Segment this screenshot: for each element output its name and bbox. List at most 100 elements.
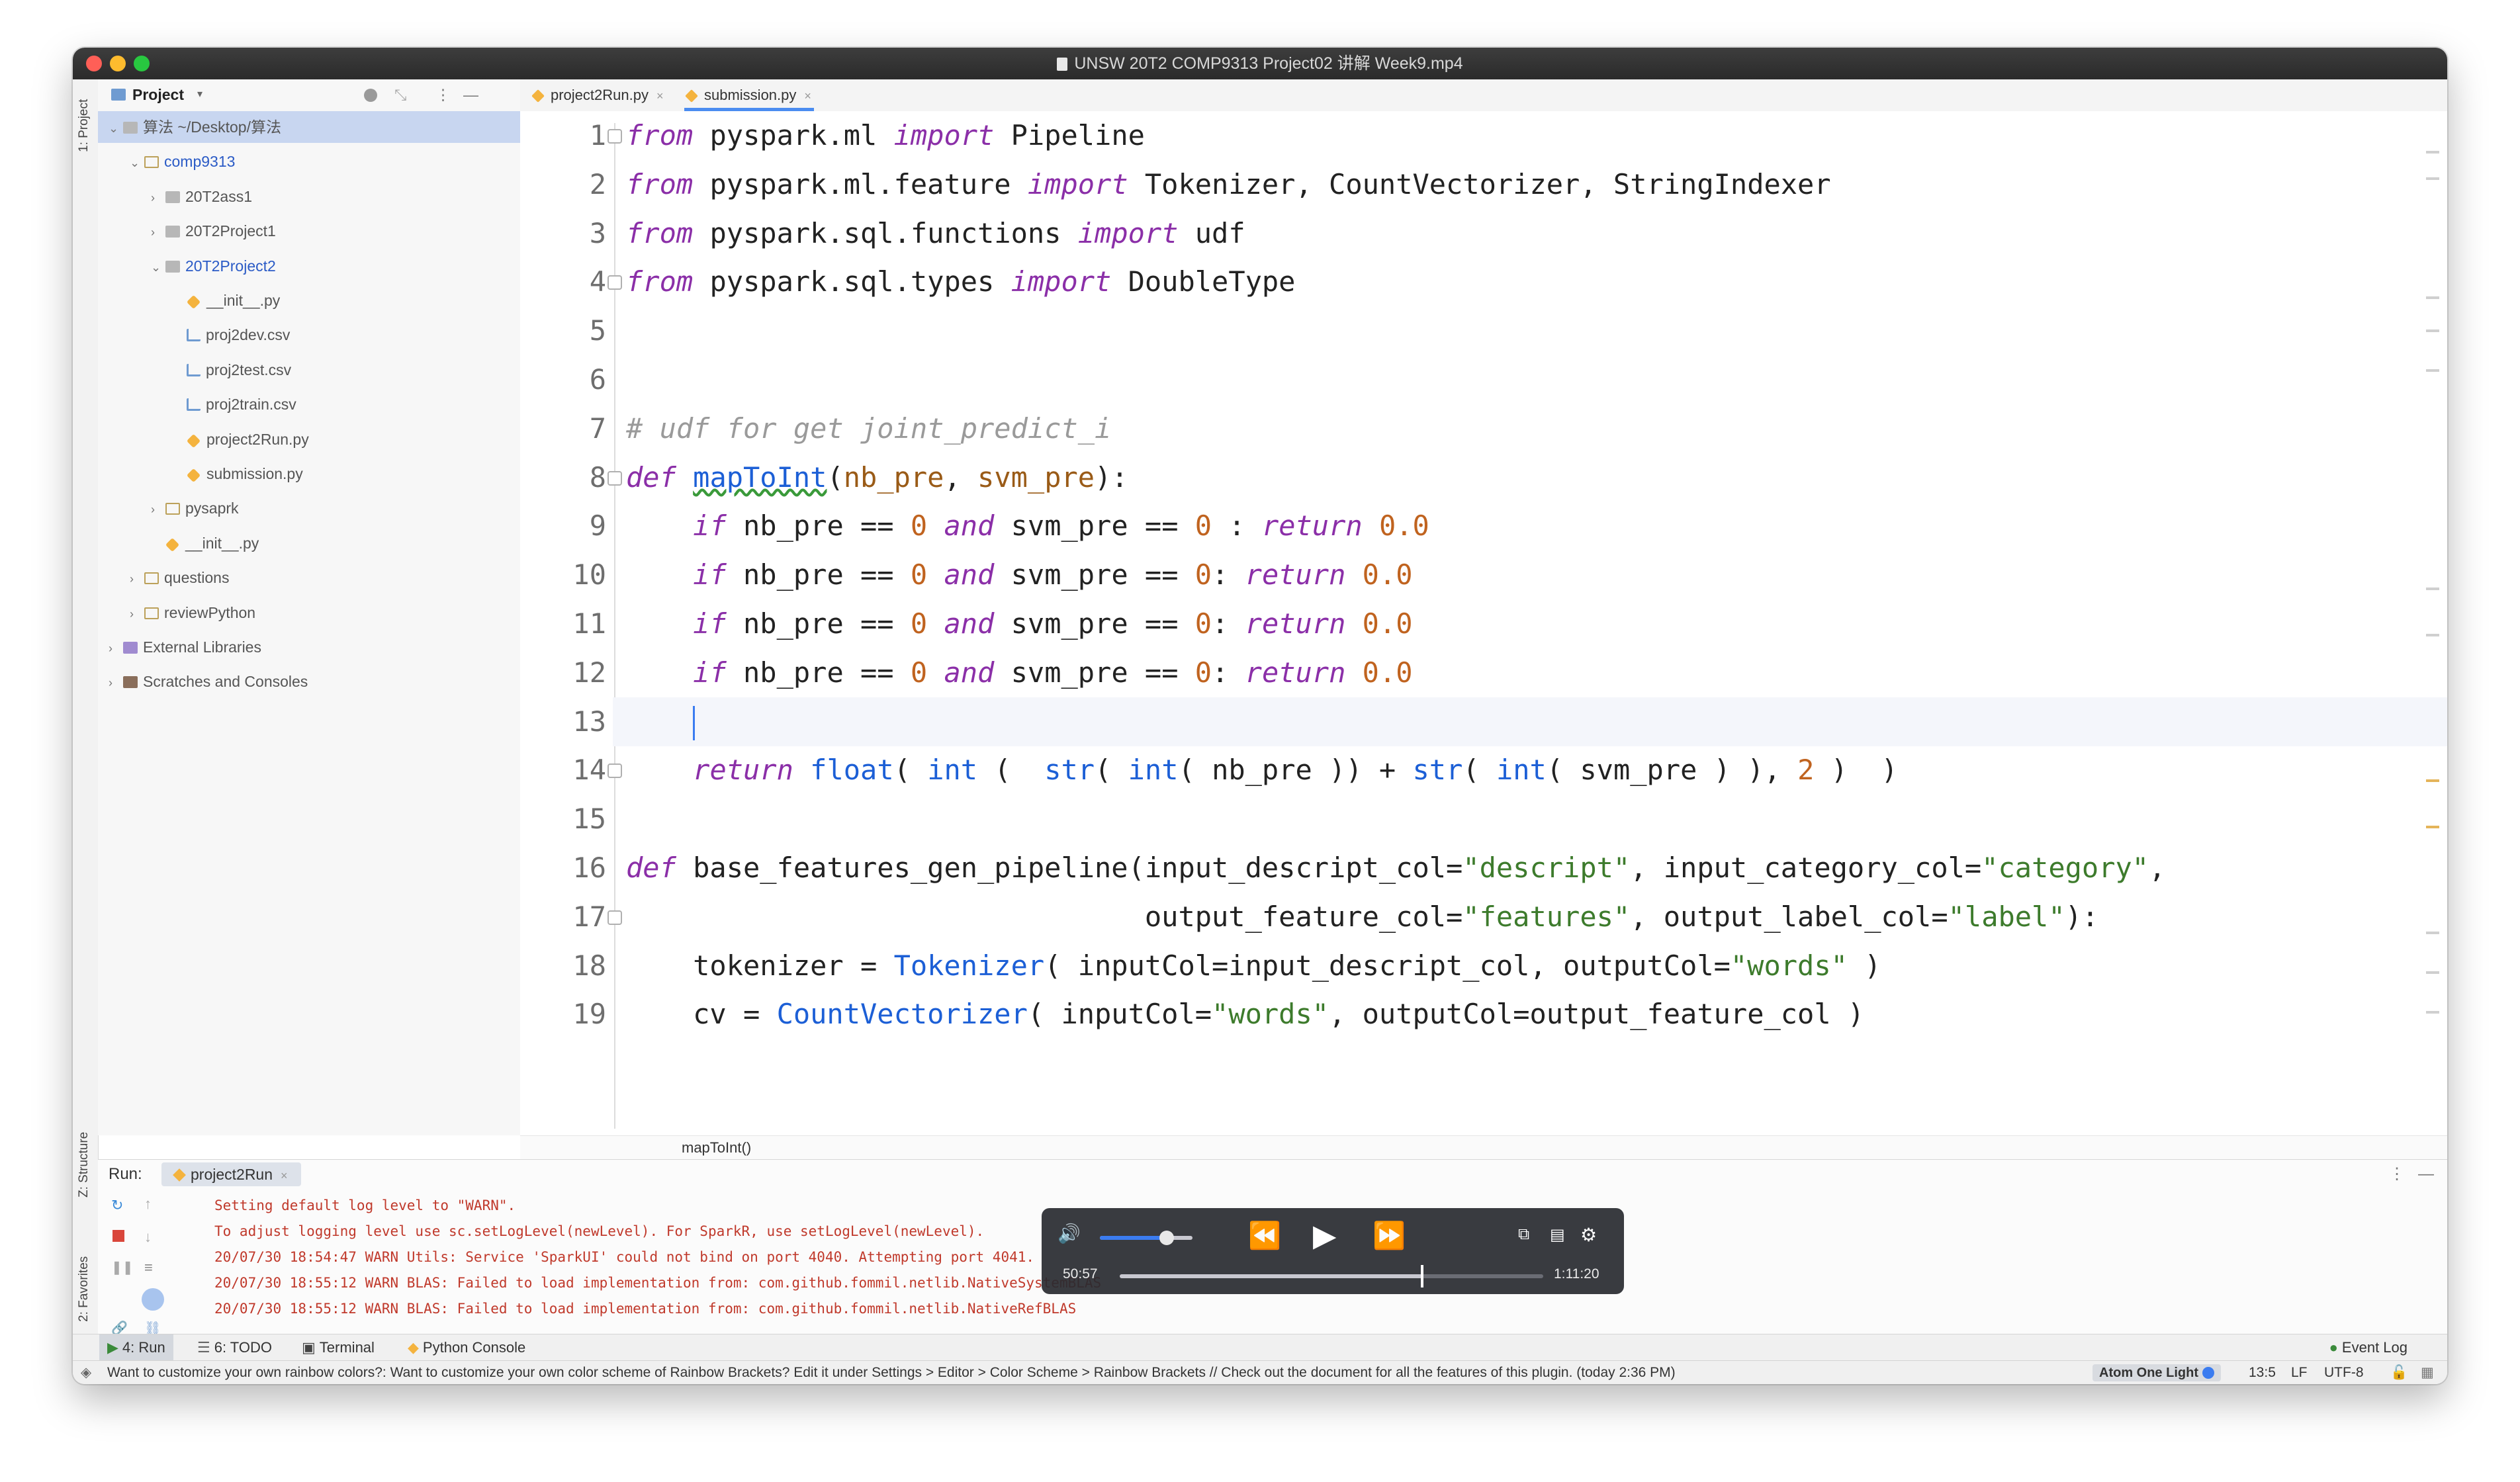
tree-item[interactable]: proj2dev.csv — [172, 319, 290, 351]
chevron-right-icon[interactable]: › — [109, 667, 123, 699]
tree-item[interactable]: › 20T2Project1 — [151, 215, 276, 247]
file-encoding[interactable]: UTF-8 — [2324, 1361, 2364, 1384]
tree-item[interactable]: ⌄ comp9313 — [130, 146, 235, 177]
settings-icon[interactable] — [142, 1288, 164, 1311]
code-line[interactable]: from pyspark.ml.feature import Tokenizer… — [626, 160, 1831, 209]
fold-marker-icon[interactable] — [608, 470, 622, 486]
lock-icon[interactable]: 🔓 — [2390, 1361, 2408, 1384]
status-message[interactable]: Want to customize your own rainbow color… — [107, 1361, 1676, 1384]
favorites-tool-tab[interactable]: 2: Favorites — [77, 1256, 91, 1322]
code-line[interactable]: if nb_pre == 0 and svm_pre == 0 : return… — [626, 501, 1429, 550]
chevron-right-icon[interactable]: › — [130, 598, 144, 630]
memory-indicator-icon[interactable]: ▦ — [2421, 1361, 2434, 1384]
chevron-down-icon[interactable]: ⌄ — [130, 147, 144, 179]
fast-forward-icon[interactable]: ⏩ — [1372, 1220, 1406, 1251]
fold-marker-icon[interactable] — [608, 275, 622, 290]
rerun-icon[interactable]: ↻ — [111, 1197, 124, 1213]
chevron-down-icon[interactable]: ▾ — [197, 79, 202, 110]
tree-item[interactable]: ⌄ 算法 ~/Desktop/算法 — [98, 111, 520, 143]
chevron-down-icon[interactable]: ⌄ — [109, 112, 123, 144]
code-line[interactable]: def mapToInt(nb_pre, svm_pre): — [626, 453, 1128, 502]
hide-panel-icon[interactable]: — — [2418, 1160, 2434, 1189]
tree-item[interactable]: ⌄ 20T2Project2 — [151, 250, 276, 282]
tree-item[interactable]: proj2test.csv — [172, 354, 291, 386]
picture-in-picture-icon[interactable]: ⧉ — [1518, 1225, 1529, 1244]
tree-item[interactable]: › reviewPython — [130, 597, 255, 629]
collapse-all-icon[interactable]: ⤡ — [394, 79, 406, 110]
chevron-right-icon[interactable]: › — [151, 216, 165, 248]
tree-item[interactable]: __init__.py — [172, 284, 280, 316]
tool-run[interactable]: ▶ 4: Run — [99, 1334, 173, 1361]
tab-project2run[interactable]: project2Run.py × — [531, 79, 664, 111]
code-line[interactable]: tokenizer = Tokenizer( inputCol=input_de… — [626, 941, 1881, 990]
tree-item[interactable]: __init__.py — [151, 527, 259, 559]
seek-bar[interactable] — [1120, 1265, 1543, 1287]
scroll-down-icon[interactable]: ↓ — [144, 1229, 158, 1245]
code-line[interactable]: return float( int ( str( int( nb_pre )) … — [626, 746, 1898, 795]
theme-badge[interactable]: Atom One Light — [2092, 1364, 2221, 1381]
volume-slider[interactable] — [1100, 1231, 1192, 1245]
editor-scrollbar[interactable] — [2425, 111, 2447, 1135]
chevron-right-icon[interactable]: › — [151, 182, 165, 214]
code-editor[interactable]: 1 2 3 4 5 6 7 8 9 10 11 12 13 14 15 16 17 18 19 from pyspa… — [520, 111, 2447, 1135]
volume-knob[interactable] — [1159, 1231, 1174, 1245]
more-options-icon[interactable]: ⋮ — [2389, 1160, 2405, 1189]
tool-terminal[interactable]: ▣ Terminal — [302, 1334, 375, 1361]
close-tab-icon[interactable]: × — [656, 89, 664, 103]
gear-icon[interactable]: ⚙ — [1580, 1224, 1597, 1246]
tree-item[interactable]: project2Run.py — [172, 423, 309, 455]
soft-wrap-icon[interactable]: ≡ — [144, 1259, 158, 1276]
code-line[interactable] — [613, 697, 2447, 746]
line-separator[interactable]: LF — [2291, 1361, 2308, 1384]
volume-icon[interactable]: 🔊 — [1058, 1223, 1081, 1244]
tree-item[interactable]: › pysaprk — [151, 492, 239, 524]
tree-item[interactable]: › 20T2ass1 — [151, 181, 252, 212]
more-options-icon[interactable]: ⋮ — [435, 79, 451, 110]
project-view-selector[interactable]: Project — [132, 79, 184, 110]
seek-handle[interactable] — [1420, 1265, 1423, 1287]
locate-file-icon[interactable] — [364, 89, 377, 102]
fold-marker-icon[interactable] — [608, 910, 622, 925]
code-line[interactable]: if nb_pre == 0 and svm_pre == 0: return … — [626, 550, 1412, 599]
tree-item[interactable]: submission.py — [172, 458, 303, 490]
chevron-down-icon[interactable]: ⌄ — [151, 251, 165, 283]
event-log[interactable]: ● Event Log — [2329, 1334, 2408, 1361]
breadcrumb-function[interactable]: mapToInt() — [682, 1136, 751, 1160]
tree-item[interactable]: proj2train.csv — [172, 388, 296, 420]
code-line[interactable]: if nb_pre == 0 and svm_pre == 0: return … — [626, 599, 1412, 648]
chevron-right-icon[interactable]: › — [151, 494, 165, 525]
tree-item[interactable]: › Scratches and Consoles — [109, 666, 308, 697]
pause-icon[interactable]: ❚❚ — [111, 1259, 134, 1275]
code-line[interactable]: cv = CountVectorizer( inputCol="words", … — [626, 990, 1864, 1039]
cursor-position[interactable]: 13:5 — [2249, 1361, 2276, 1384]
fold-marker-icon[interactable] — [608, 763, 622, 779]
chevron-right-icon[interactable]: › — [109, 632, 123, 664]
code-line[interactable]: from pyspark.sql.functions import udf — [626, 209, 1245, 258]
scroll-up-icon[interactable]: ↑ — [144, 1196, 158, 1212]
code-line[interactable]: def base_features_gen_pipeline(input_des… — [626, 844, 2165, 893]
tab-submission[interactable]: submission.py × — [684, 79, 814, 111]
run-config-tab[interactable]: project2Run × — [161, 1162, 301, 1186]
chevron-right-icon[interactable]: › — [130, 563, 144, 595]
stop-icon[interactable] — [112, 1230, 124, 1242]
playlist-icon[interactable]: ▤ — [1550, 1225, 1565, 1244]
fold-marker-icon[interactable] — [608, 129, 622, 144]
close-tab-icon[interactable]: × — [804, 89, 811, 103]
pin-icon[interactable]: 🔗 — [111, 1320, 128, 1336]
code-line[interactable]: if nb_pre == 0 and svm_pre == 0: return … — [626, 648, 1412, 697]
close-tab-icon[interactable]: × — [281, 1169, 288, 1182]
code-line[interactable]: output_feature_col="features", output_la… — [626, 893, 2098, 941]
tool-todo[interactable]: ☰ 6: TODO — [197, 1334, 272, 1361]
code-line[interactable]: # udf for get joint_predict_i — [626, 404, 1111, 453]
code-line[interactable]: from pyspark.sql.types import DoubleType — [626, 257, 1295, 306]
code-line[interactable]: from pyspark.ml import Pipeline — [626, 111, 1145, 160]
structure-tool-tab[interactable]: Z: Structure — [77, 1132, 91, 1198]
hide-panel-icon[interactable]: — — [463, 79, 478, 110]
tree-item[interactable]: › questions — [130, 562, 229, 593]
rewind-icon[interactable]: ⏪ — [1248, 1220, 1281, 1251]
tool-python-console[interactable]: ◆ Python Console — [408, 1334, 525, 1361]
link-icon[interactable]: ⛓ — [144, 1320, 161, 1336]
play-icon[interactable]: ▶ — [1313, 1217, 1336, 1253]
project-tool-tab[interactable]: 1: Project — [77, 99, 91, 152]
tree-item[interactable]: › External Libraries — [109, 631, 261, 663]
